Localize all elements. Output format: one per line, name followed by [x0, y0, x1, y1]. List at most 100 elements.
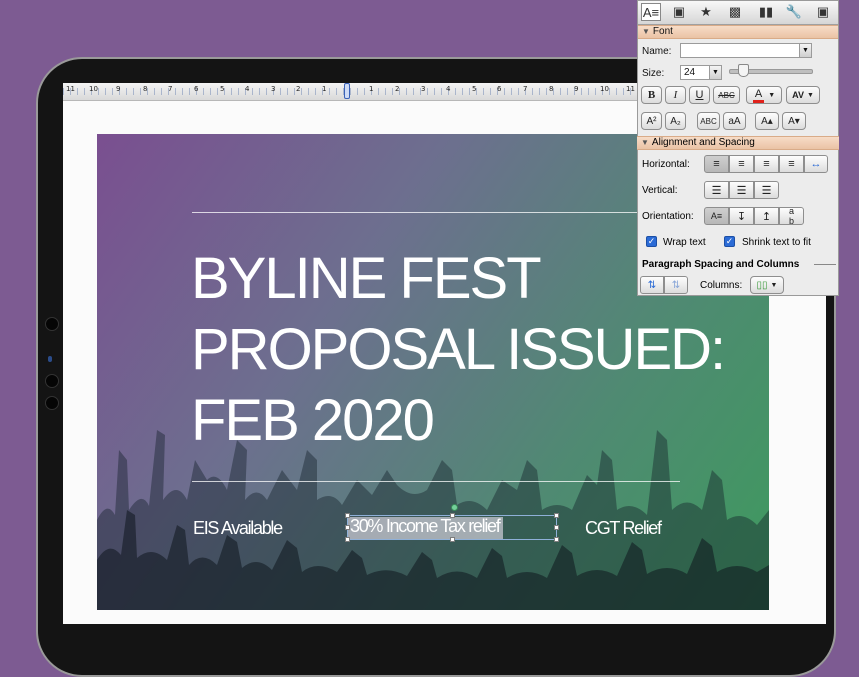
ruler-label: 11 [626, 85, 635, 93]
wrap-text-label: Wrap text [663, 237, 706, 248]
shrink-text-label: Shrink text to fit [742, 237, 811, 248]
superscript-button[interactable]: A² [641, 112, 662, 130]
insert-picture-icon[interactable]: ▣ [669, 3, 689, 21]
eis-text[interactable]: EIS Available [193, 518, 283, 539]
small-caps-button[interactable]: ABC [697, 112, 720, 130]
camera-icon [48, 356, 52, 362]
ruler-label: 1 [322, 85, 327, 93]
ruler-label: 5 [472, 85, 477, 93]
italic-button[interactable]: I [665, 86, 686, 104]
shrink-text-checkbox[interactable]: ✓ [724, 236, 735, 247]
top-divider [192, 212, 680, 213]
resize-handle[interactable] [450, 537, 455, 542]
align-right-icon[interactable]: ≡ [754, 155, 779, 173]
ruler-label: 7 [168, 85, 173, 93]
subscript-button[interactable]: A₂ [665, 112, 686, 130]
orientation-rotate-up-icon[interactable]: ↥ [754, 207, 779, 225]
underline-button[interactable]: U [689, 86, 710, 104]
chevron-down-icon[interactable]: ▼ [709, 66, 721, 79]
section-separator [814, 264, 836, 265]
grow-font-button[interactable]: A▴ [755, 112, 779, 130]
font-name-combo[interactable]: ▼ [680, 43, 812, 58]
valign-top-icon[interactable]: ☰ [704, 181, 729, 199]
columns-dropdown[interactable]: ▯▯ ▼ [750, 276, 784, 294]
character-spacing-button[interactable]: AV ▼ [786, 86, 820, 104]
ruler-label: 6 [497, 85, 502, 93]
font-color-glyph: A [752, 88, 765, 103]
valign-bottom-icon[interactable]: ☰ [754, 181, 779, 199]
orientation-stacked-icon[interactable]: ab [779, 206, 804, 226]
chevron-down-icon[interactable]: ▼ [799, 44, 811, 57]
chevron-down-icon: ▼ [770, 281, 778, 289]
ruler-label: 11 [66, 85, 75, 93]
align-left-icon[interactable]: ≡ [704, 155, 729, 173]
horizontal-label: Horizontal: [642, 159, 690, 170]
title-line-3[interactable]: FEB 2020 [191, 392, 435, 450]
title-line-2[interactable]: PROPOSAL ISSUED: [191, 321, 726, 379]
ruler-label: 8 [143, 85, 148, 93]
decrease-spacing-icon[interactable]: ⇅ [664, 276, 688, 294]
indent-marker[interactable] [344, 83, 350, 99]
change-case-button[interactable]: aA [723, 112, 746, 130]
ruler-label: 7 [523, 85, 528, 93]
resize-handle[interactable] [554, 525, 559, 530]
disclosure-triangle-icon: ▼ [641, 138, 649, 147]
font-size-combo[interactable]: 24 ▼ [680, 65, 722, 80]
font-size-value: 24 [684, 67, 696, 78]
ruler-label: 10 [89, 85, 98, 93]
vertical-label: Vertical: [642, 185, 678, 196]
font-section-title: Font [652, 26, 673, 37]
income-tax-text[interactable]: 30% Income Tax relief [350, 516, 501, 537]
ruler-label: 8 [549, 85, 554, 93]
font-color-button[interactable]: A ▼ [746, 86, 782, 104]
increase-spacing-icon[interactable]: ⇅ [640, 276, 664, 294]
image-frame-icon[interactable]: ▩ [725, 3, 745, 21]
columns-label: Columns: [700, 280, 743, 291]
resize-handle[interactable] [554, 513, 559, 518]
align-center-icon[interactable]: ≡ [729, 155, 754, 173]
chevron-down-icon: ▼ [768, 91, 776, 99]
sensor-dot [45, 396, 59, 410]
ruler-label: 5 [220, 85, 225, 93]
ruler-label: 2 [395, 85, 400, 93]
disclosure-triangle-icon: ▼ [642, 27, 650, 36]
rotate-handle[interactable] [451, 504, 458, 511]
ruler-label: 10 [600, 85, 609, 93]
ruler-label: 3 [271, 85, 276, 93]
sensor-dot [45, 317, 59, 331]
toolbox-icon[interactable]: ▣ [813, 3, 833, 21]
ruler-label: 3 [421, 85, 426, 93]
sensor-dot [45, 374, 59, 388]
wrap-text-checkbox[interactable]: ✓ [646, 236, 657, 247]
selected-text-box[interactable]: 30% Income Tax relief [345, 504, 559, 542]
orientation-rotate-down-icon[interactable]: ↧ [729, 207, 754, 225]
align-justify-icon[interactable]: ≡ [779, 155, 804, 173]
orientation-label: Orientation: [642, 211, 694, 222]
strikethrough-button[interactable]: ABC [713, 86, 740, 104]
size-label: Size: [642, 68, 665, 79]
wrench-icon[interactable]: 🔧 [784, 3, 804, 21]
text-box-icon[interactable]: A≡ [641, 3, 661, 21]
bold-button[interactable]: B [641, 86, 662, 104]
ruler-label: 6 [194, 85, 199, 93]
distribute-icon[interactable]: ↔ [804, 155, 828, 173]
font-section-header[interactable]: ▼ Font [638, 25, 838, 39]
slider-knob[interactable] [738, 64, 749, 77]
library-icon[interactable]: ▮▮ [756, 3, 776, 21]
chevron-down-icon: ▼ [806, 91, 814, 99]
ruler-label: 1 [369, 85, 374, 93]
resize-handle[interactable] [345, 537, 350, 542]
cgt-text[interactable]: CGT Relief [585, 518, 662, 539]
valign-middle-icon[interactable]: ☰ [729, 181, 754, 199]
orientation-horizontal-icon[interactable]: A≡ [704, 207, 729, 225]
resize-handle[interactable] [554, 537, 559, 542]
alignment-section-title: Alignment and Spacing [651, 137, 755, 148]
palette-tabs: A≡ ▣ ★ ▩ ▮▮ 🔧 ▣ [638, 1, 838, 25]
alignment-section-header[interactable]: ▼ Alignment and Spacing [637, 136, 839, 150]
ruler-label: 9 [574, 85, 579, 93]
shrink-font-button[interactable]: A▾ [782, 112, 806, 130]
title-line-1[interactable]: BYLINE FEST [191, 250, 542, 308]
star-shapes-icon[interactable]: ★ [696, 3, 716, 21]
ruler-label: 9 [116, 85, 121, 93]
spacing-glyph: AV [792, 90, 804, 100]
